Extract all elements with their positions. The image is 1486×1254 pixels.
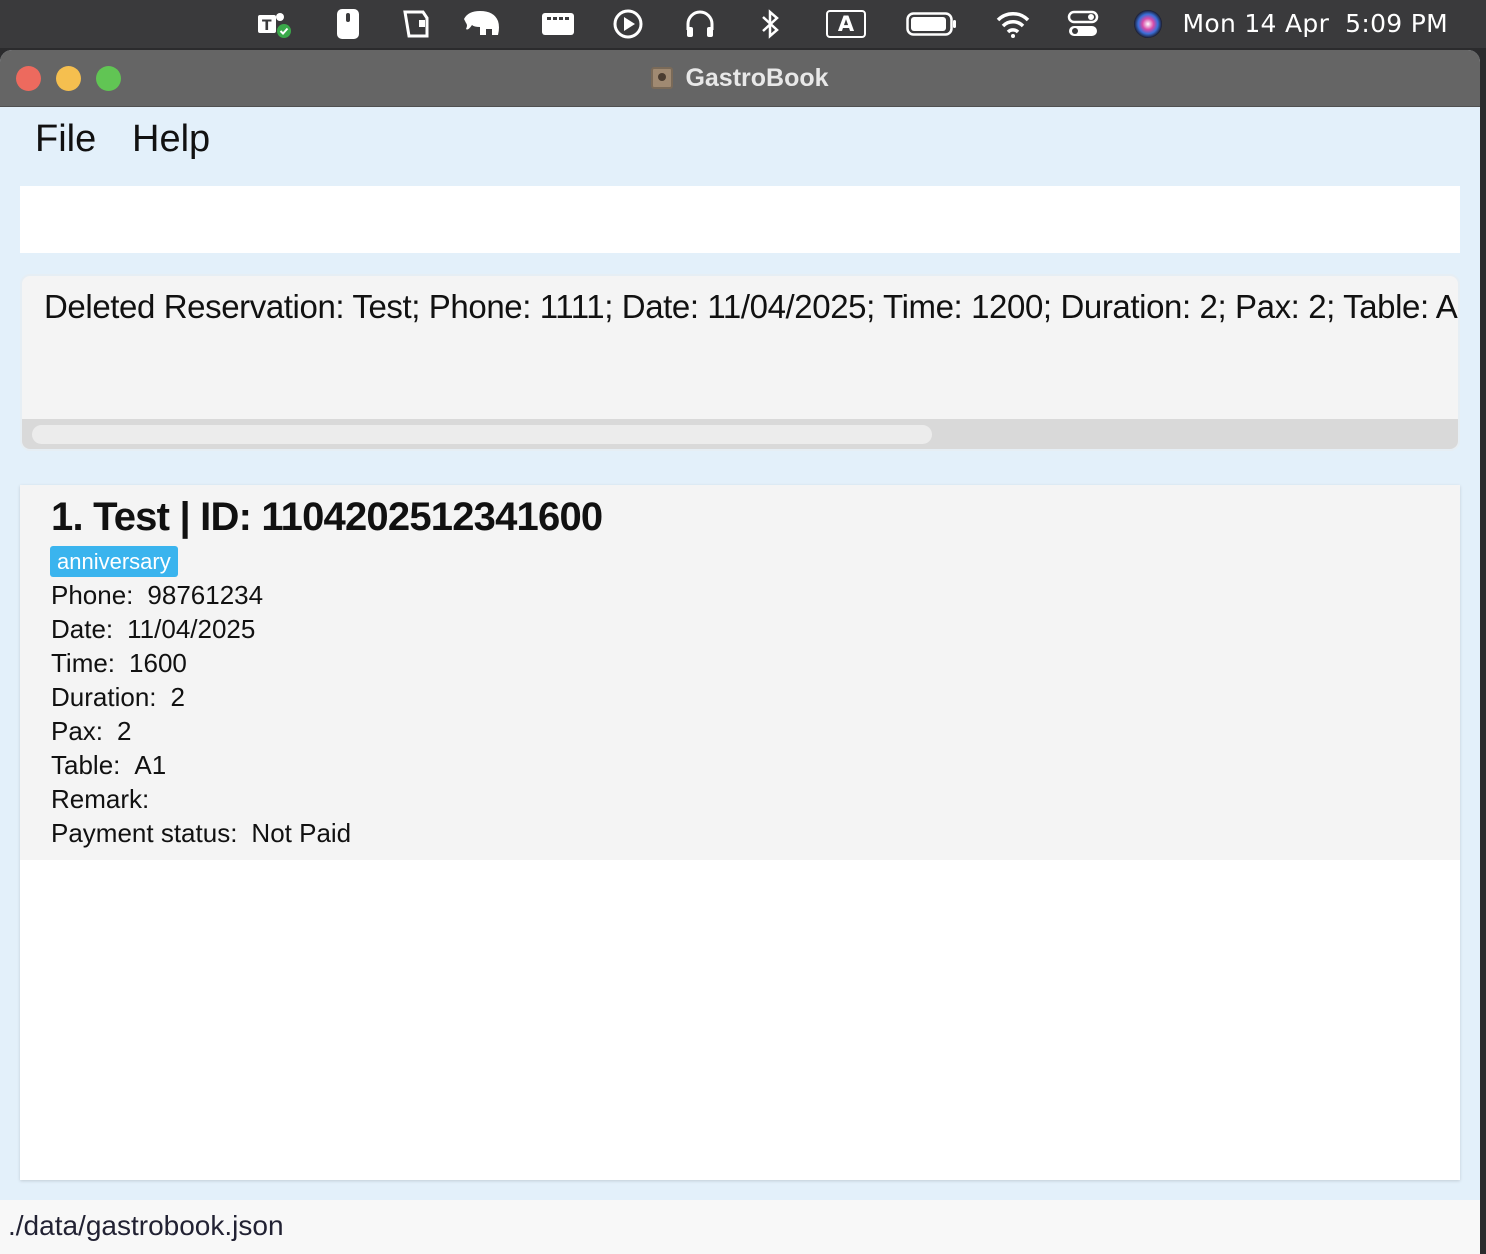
- field-duration: Duration: 2: [51, 682, 185, 713]
- result-message: Deleted Reservation: Test; Phone: 1111; …: [44, 288, 1460, 325]
- control-center-icon[interactable]: [1066, 8, 1100, 40]
- field-value: 1600: [129, 648, 187, 678]
- field-value: 2: [170, 682, 185, 712]
- field-label: Phone:: [51, 580, 134, 610]
- result-horizontal-scrollbar[interactable]: [22, 419, 1458, 449]
- reservation-title: 1. Test | ID: 1104202512341600: [51, 495, 603, 539]
- result-display: Deleted Reservation: Test; Phone: 1111; …: [20, 274, 1460, 451]
- field-pax: Pax: 2: [51, 716, 132, 747]
- field-remark: Remark:: [51, 784, 163, 815]
- window-title: GastroBook: [0, 50, 1480, 106]
- battery-icon[interactable]: [905, 8, 959, 40]
- menubar-date: Mon 14 Apr: [1182, 9, 1330, 38]
- window-title-text: GastroBook: [685, 63, 829, 92]
- system-menu-bar: T A Mon 14 Apr 5:09 PM: [0, 0, 1486, 48]
- keyboard-icon[interactable]: [540, 8, 576, 40]
- mouse-icon[interactable]: [333, 8, 363, 40]
- field-value: A1: [134, 750, 167, 780]
- wifi-icon[interactable]: [994, 8, 1032, 40]
- data-file-path: ./data/gastrobook.json: [8, 1210, 284, 1241]
- field-label: Duration:: [51, 682, 157, 712]
- field-value: 98761234: [147, 580, 264, 610]
- input-source-icon[interactable]: A: [823, 8, 869, 40]
- field-label: Table:: [51, 750, 121, 780]
- app-window: GastroBook File Help Deleted Reservation…: [0, 50, 1480, 1254]
- siri-icon[interactable]: [1132, 8, 1164, 40]
- elephant-icon[interactable]: [461, 8, 505, 40]
- status-bar: ./data/gastrobook.json: [0, 1200, 1480, 1254]
- menubar-clock[interactable]: Mon 14 Apr 5:09 PM: [1182, 8, 1448, 40]
- field-label: Pax:: [51, 716, 104, 746]
- svg-text:T: T: [262, 18, 272, 34]
- field-label: Date:: [51, 614, 114, 644]
- window-titlebar[interactable]: GastroBook: [0, 50, 1480, 107]
- play-icon[interactable]: [611, 8, 645, 40]
- reservation-card[interactable]: 1. Test | ID: 1104202512341600 anniversa…: [20, 485, 1460, 860]
- field-date: Date: 11/04/2025: [51, 614, 255, 645]
- field-payment-status: Payment status: Not Paid: [51, 818, 351, 849]
- note-icon[interactable]: [400, 8, 432, 40]
- bluetooth-icon[interactable]: [757, 8, 783, 40]
- reservation-list: 1. Test | ID: 1104202512341600 anniversa…: [20, 485, 1460, 1180]
- field-label: Remark:: [51, 784, 150, 814]
- field-value: Not Paid: [251, 818, 352, 848]
- file-menu[interactable]: File: [35, 118, 96, 161]
- field-table: Table: A1: [51, 750, 166, 781]
- field-value: 11/04/2025: [127, 614, 256, 644]
- app-menu-bar: File Help: [0, 106, 1480, 182]
- headphones-icon[interactable]: [683, 8, 717, 40]
- reservation-tag: anniversary: [50, 546, 178, 577]
- field-phone: Phone: 98761234: [51, 580, 263, 611]
- scrollbar-thumb[interactable]: [32, 425, 932, 444]
- app-book-icon: [651, 67, 674, 89]
- field-label: Time:: [51, 648, 116, 678]
- menubar-time: 5:09 PM: [1345, 9, 1448, 38]
- teams-icon[interactable]: T: [255, 8, 293, 40]
- field-time: Time: 1600: [51, 648, 187, 679]
- field-value: 2: [117, 716, 132, 746]
- command-input[interactable]: [20, 186, 1460, 253]
- help-menu[interactable]: Help: [132, 118, 210, 161]
- field-label: Payment status:: [51, 818, 238, 848]
